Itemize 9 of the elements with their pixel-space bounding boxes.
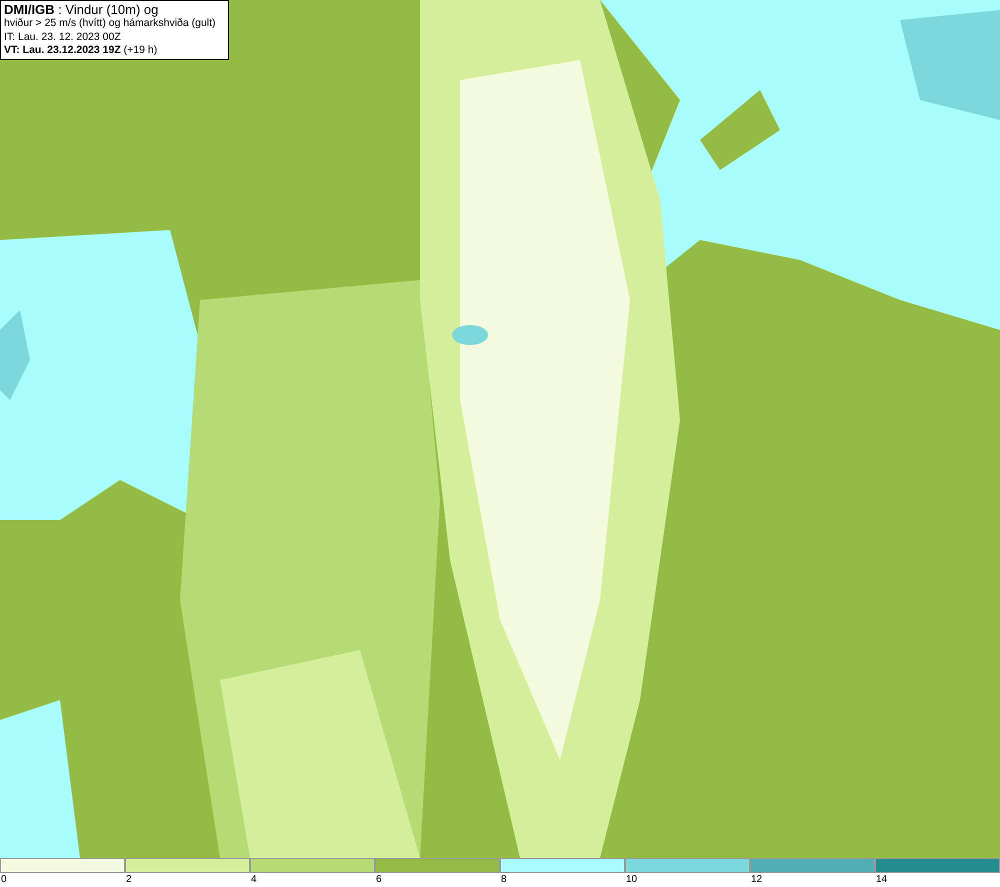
legend-label: 8: [501, 873, 507, 886]
legend-label: 10: [626, 873, 638, 886]
legend-label: 6: [376, 873, 382, 886]
legend-label: 14: [876, 873, 888, 886]
map-caption: DMI/IGB : Vindur (10m) og hviður > 25 m/s (hvítt) og hámarkshviða (gult) IT: Lau. 23. 12. 2023 00Z VT: Lau. 23.12.2023 19Z (+19 h): [0, 0, 229, 60]
legend-label: 2: [126, 873, 132, 886]
legend-label: 0: [1, 873, 7, 886]
legend-label: 12: [751, 873, 762, 886]
legend-label: 4: [251, 873, 257, 886]
